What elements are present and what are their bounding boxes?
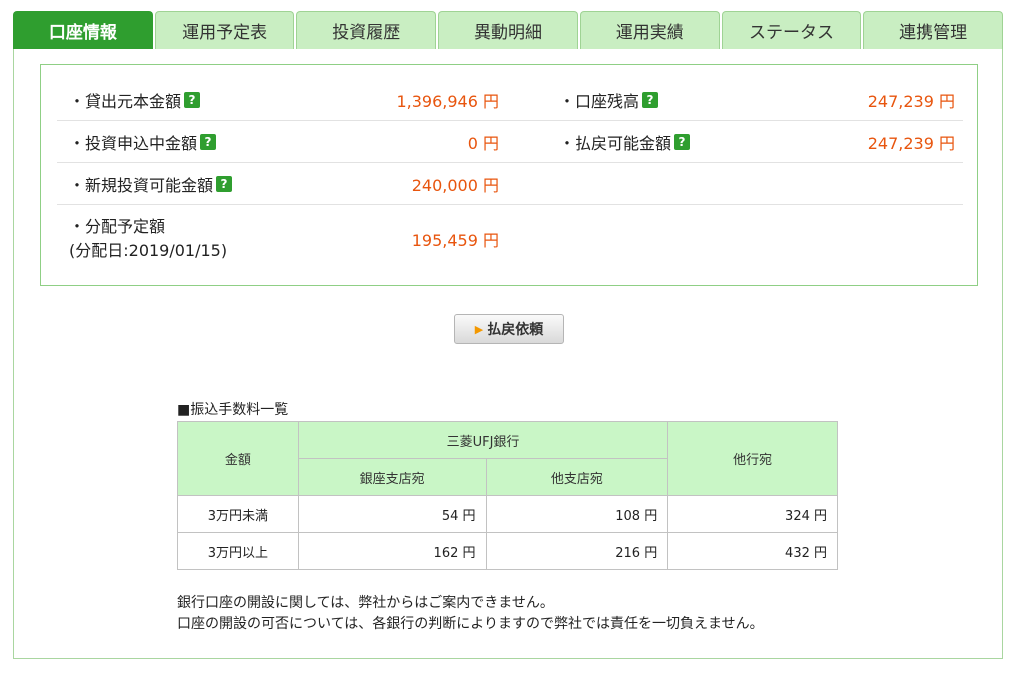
fee-other-bank: 432 円 [667,532,838,570]
account-summary-table: ・貸出元本金額 ? 1,396,946 円 ・口座残高 ? 247,239 円 … [57,79,963,273]
header-other-bank: 他行宛 [667,421,838,496]
distribution-date: (分配日:2019/01/15) [69,241,228,260]
tab-performance[interactable]: 運用実績 [579,11,720,49]
investment-applying-label: ・投資申込中金額 ? [69,130,217,154]
account-balance-value: 247,239 円 [867,91,955,111]
tab-bar: 口座情報 運用予定表 投資履歴 異動明細 運用実績 ステータス 連携管理 [13,11,1004,49]
tab-account-info[interactable]: 口座情報 [13,11,153,49]
summary-row: ・分配予定額 (分配日:2019/01/15) 195,459 円 [57,205,963,273]
fee-ginza: 54 円 [297,495,487,533]
note-line: 口座の開設の可否については、各銀行の判断によりますので弊社では責任を一切負えませ… [177,616,764,632]
tab-integration[interactable]: 連携管理 [863,11,1004,49]
table-row: 3万円未満 54 円 108 円 324 円 [177,495,838,533]
fee-other-branch: 216 円 [485,532,669,570]
new-investable-label: ・新規投資可能金額 ? [69,172,233,196]
account-summary-box: ・貸出元本金額 ? 1,396,946 円 ・口座残高 ? 247,239 円 … [40,64,978,286]
loan-principal-label: ・貸出元本金額 ? [69,88,201,112]
distribution-label: ・分配予定額 (分配日:2019/01/15) [69,215,227,263]
header-bank: 三菱UFJ銀行 [297,421,669,459]
row-label: 3万円以上 [177,532,299,570]
tab-investment-history[interactable]: 投資履歴 [296,11,437,49]
loan-principal-value: 1,396,946 円 [396,91,499,111]
fee-other-bank: 324 円 [667,495,838,533]
tab-schedule[interactable]: 運用予定表 [154,11,295,49]
notes: 銀行口座の開設に関しては、弊社からはご案内できません。 口座の開設の可否について… [177,593,764,635]
summary-row: ・貸出元本金額 ? 1,396,946 円 ・口座残高 ? 247,239 円 [57,79,963,121]
distribution-value: 195,459 円 [411,231,499,250]
help-icon[interactable]: ? [216,175,233,192]
help-icon[interactable]: ? [184,91,201,108]
table-row: 3万円以上 162 円 216 円 432 円 [177,532,838,570]
header-branch-ginza: 銀座支店宛 [297,458,487,496]
summary-row: ・新規投資可能金額 ? 240,000 円 [57,163,963,205]
new-investable-value: 240,000 円 [411,175,499,195]
fee-ginza: 162 円 [297,532,487,570]
fee-other-branch: 108 円 [485,495,669,533]
refundable-value: 247,239 円 [867,133,955,153]
account-balance-label: ・口座残高 ? [559,88,659,112]
refund-request-button[interactable]: ▶ 払戻依頼 [454,314,564,344]
header-branch-other: 他支店宛 [485,458,669,496]
fee-table-title: ■振込手数料一覧 [177,402,289,418]
fee-table: 金額 三菱UFJ銀行 他行宛 銀座支店宛 他支店宛 3万円未満 54 円 108… [177,421,838,570]
refund-request-label: 払戻依頼 [487,322,544,338]
help-icon[interactable]: ? [674,133,691,150]
investment-applying-value: 0 円 [467,133,499,153]
row-label: 3万円未満 [177,495,299,533]
summary-row: ・投資申込中金額 ? 0 円 ・払戻可能金額 ? 247,239 円 [57,121,963,163]
tab-status[interactable]: ステータス [721,11,862,49]
header-amount: 金額 [177,421,299,496]
tab-transactions[interactable]: 異動明細 [438,11,578,49]
help-icon[interactable]: ? [642,91,659,108]
refundable-label: ・払戻可能金額 ? [559,130,691,154]
play-arrow-icon: ▶ [474,322,484,336]
note-line: 銀行口座の開設に関しては、弊社からはご案内できません。 [177,595,554,611]
help-icon[interactable]: ? [200,133,217,150]
